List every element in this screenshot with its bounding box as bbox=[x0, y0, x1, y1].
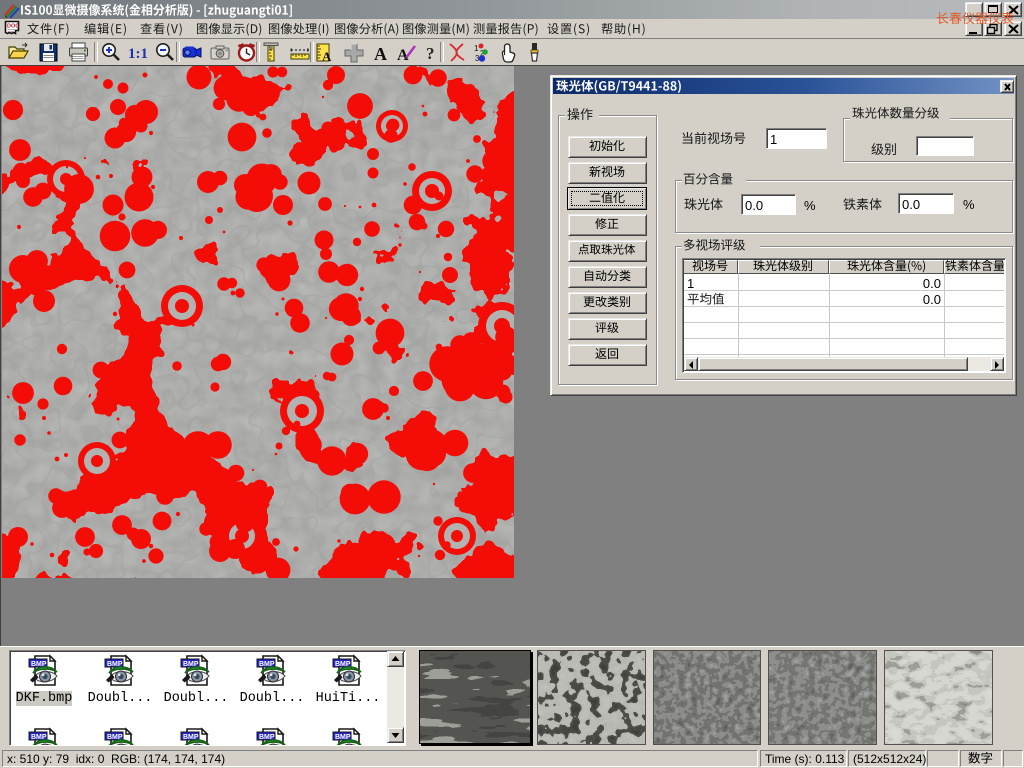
svg-text:A: A bbox=[374, 44, 387, 63]
svg-text:DOC: DOC bbox=[7, 24, 19, 30]
svg-text:1:1: 1:1 bbox=[128, 46, 148, 62]
svg-text:1: 1 bbox=[474, 44, 479, 53]
svg-text:?: ? bbox=[426, 44, 435, 63]
svg-text:A: A bbox=[322, 49, 332, 63]
